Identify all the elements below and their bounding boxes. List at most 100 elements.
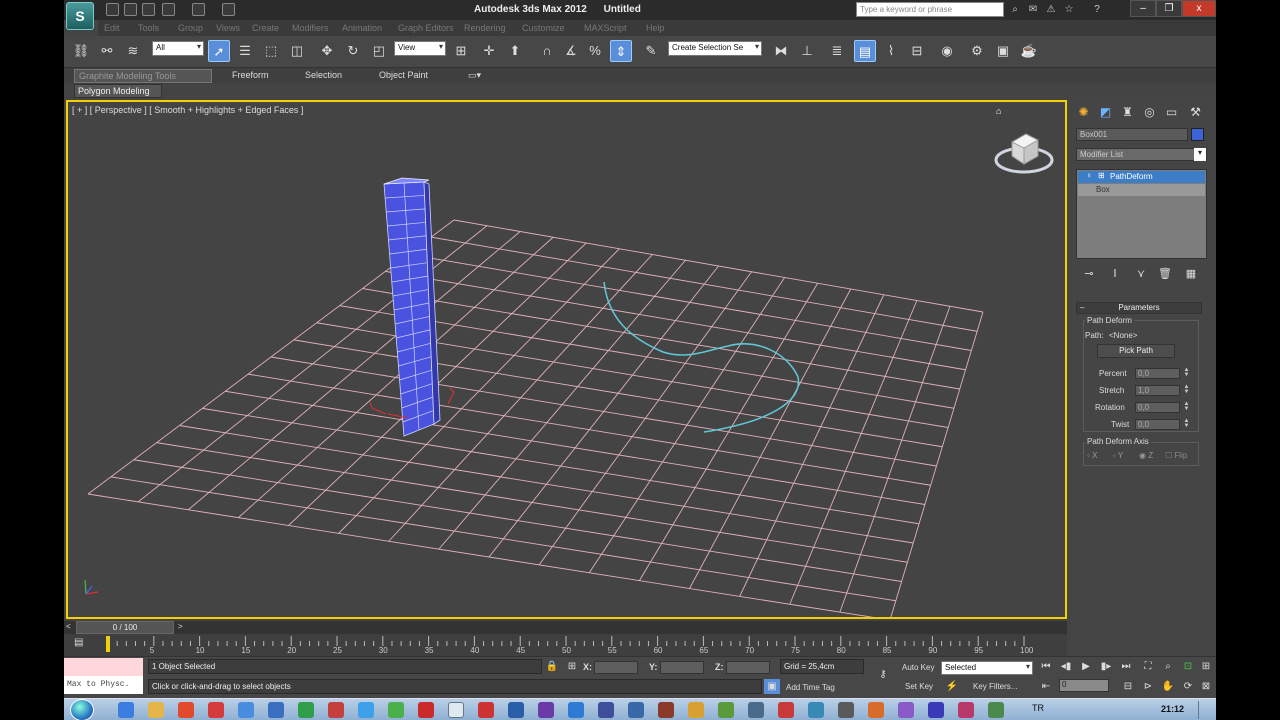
mirror-icon[interactable]: ⧓ bbox=[770, 40, 792, 62]
menu-maxscript[interactable]: MAXScript bbox=[584, 23, 627, 33]
time-tag-icon[interactable]: ▣ bbox=[764, 679, 780, 694]
selection-lock-icon[interactable]: 🔒 bbox=[544, 659, 560, 674]
display-tab-icon[interactable]: ▭ bbox=[1163, 104, 1180, 121]
pivot-center-icon[interactable]: ⊞ bbox=[450, 40, 472, 62]
skype-icon[interactable] bbox=[358, 702, 374, 718]
word-icon[interactable] bbox=[268, 702, 284, 718]
app-icon-8[interactable] bbox=[898, 702, 914, 718]
app-icon[interactable] bbox=[688, 702, 704, 718]
align-icon[interactable]: ⊥ bbox=[796, 40, 818, 62]
add-time-tag-button[interactable]: Add Time Tag bbox=[786, 683, 835, 692]
app-icon-2[interactable] bbox=[718, 702, 734, 718]
time-slider-thumb[interactable]: 0 / 100 bbox=[76, 621, 174, 634]
goto-end-icon[interactable]: ⏭ bbox=[1118, 659, 1134, 674]
goto-start-icon[interactable]: ⏮ bbox=[1038, 659, 1054, 674]
stretch-spinner-arrows[interactable]: ▲ ▼ bbox=[1183, 384, 1190, 396]
menu-group[interactable]: Group bbox=[178, 23, 203, 33]
media-icon[interactable] bbox=[658, 702, 674, 718]
language-indicator[interactable]: TR bbox=[1032, 703, 1044, 713]
time-slider[interactable]: < 0 / 100 > bbox=[64, 621, 1067, 634]
save-file-icon[interactable] bbox=[142, 3, 155, 16]
parameters-rollout[interactable]: – Parameters bbox=[1076, 302, 1202, 314]
excel-icon[interactable] bbox=[298, 702, 314, 718]
configure-sets-icon[interactable]: ▦ bbox=[1183, 267, 1199, 281]
motion-tab-icon[interactable]: ◎ bbox=[1141, 104, 1158, 121]
ribbon-tab-selection[interactable]: Selection bbox=[305, 70, 342, 80]
menu-edit[interactable]: Edit bbox=[104, 23, 120, 33]
y-coordinate-field[interactable] bbox=[660, 661, 704, 674]
modifier-list-dropdown[interactable]: Modifier List ▾ bbox=[1076, 148, 1207, 161]
x-coordinate-field[interactable] bbox=[594, 661, 638, 674]
select-and-move-icon[interactable]: ✥ bbox=[316, 40, 338, 62]
selection-filter-dropdown[interactable]: All bbox=[152, 41, 204, 56]
ribbon-tab-freeform[interactable]: Freeform bbox=[232, 70, 269, 80]
current-frame-field[interactable]: 0 bbox=[1059, 679, 1109, 692]
ribbon-tab-object-paint[interactable]: Object Paint bbox=[379, 70, 428, 80]
communication-icon[interactable]: ⚠ bbox=[1044, 3, 1058, 16]
search-input[interactable]: Type a keyword or phrase bbox=[856, 2, 1004, 17]
set-key-button[interactable]: Set Key bbox=[905, 682, 933, 691]
rotation-spinner[interactable]: 0,0 bbox=[1135, 402, 1180, 413]
utilities-tab-icon[interactable]: ⚒ bbox=[1187, 104, 1204, 121]
mini-curve-editor-icon[interactable]: ▤ bbox=[74, 637, 83, 648]
favorites-icon[interactable]: ☆ bbox=[1062, 3, 1076, 16]
create-tab-icon[interactable]: ✺ bbox=[1075, 104, 1092, 121]
schematic-view-icon[interactable]: ⊟ bbox=[906, 40, 928, 62]
spinner-snap-icon[interactable]: ⇕ bbox=[610, 40, 632, 62]
select-and-rotate-icon[interactable]: ↻ bbox=[342, 40, 364, 62]
named-selection-sets-dropdown[interactable]: Create Selection Se bbox=[668, 41, 762, 56]
key-filters-icon[interactable]: ⚡ bbox=[944, 679, 960, 694]
show-end-result-icon[interactable]: Ⅰ bbox=[1107, 267, 1123, 281]
home-icon[interactable]: ⌂ bbox=[996, 106, 1004, 116]
show-desktop-button[interactable] bbox=[1198, 701, 1212, 719]
ribbon-polygon-modeling[interactable]: Polygon Modeling bbox=[74, 84, 162, 98]
lightbulb-icon[interactable]: ♀ bbox=[1086, 171, 1092, 180]
opera-icon[interactable] bbox=[478, 702, 494, 718]
hierarchy-tab-icon[interactable]: ♜ bbox=[1119, 104, 1136, 121]
bind-to-space-warp-icon[interactable]: ≋ bbox=[122, 40, 144, 62]
app-icon-4[interactable] bbox=[778, 702, 794, 718]
undo-icon[interactable] bbox=[162, 3, 175, 16]
percent-spinner[interactable]: 0,0 bbox=[1135, 368, 1180, 379]
axis-x-radio[interactable]: ◦ X bbox=[1087, 451, 1097, 460]
stretch-spinner[interactable]: 1,0 bbox=[1135, 385, 1180, 396]
subscription-icon[interactable]: ✉ bbox=[1026, 3, 1040, 16]
menu-tools[interactable]: Tools bbox=[138, 23, 159, 33]
dreamweaver-icon[interactable] bbox=[628, 702, 644, 718]
app-icon-9[interactable] bbox=[928, 702, 944, 718]
menu-help[interactable]: Help bbox=[646, 23, 665, 33]
menu-graph-editors[interactable]: Graph Editors bbox=[398, 23, 454, 33]
modify-tab-icon[interactable]: ◩ bbox=[1097, 104, 1114, 121]
menu-animation[interactable]: Animation bbox=[342, 23, 382, 33]
percent-snap-icon[interactable]: % bbox=[584, 40, 606, 62]
material-editor-icon[interactable]: ◉ bbox=[936, 40, 958, 62]
outlook-icon[interactable] bbox=[568, 702, 584, 718]
app-icon-6[interactable] bbox=[838, 702, 854, 718]
expand-icon[interactable]: ⊞ bbox=[1098, 171, 1105, 180]
track-bar[interactable]: ▤ 5 10 15 20 25 30 35 40 45 50 55 60 65 70 75 80 85 90 95 1… bbox=[64, 634, 1067, 656]
time-prev-arrow[interactable]: < bbox=[66, 622, 71, 631]
snaps-toggle-icon[interactable]: ∩ bbox=[536, 40, 558, 62]
play-icon[interactable]: ▶ bbox=[1078, 659, 1094, 674]
select-object-icon[interactable]: ➚ bbox=[208, 40, 230, 62]
rectangular-selection-icon[interactable]: ⬚ bbox=[260, 40, 282, 62]
powerpoint-icon[interactable] bbox=[328, 702, 344, 718]
curve-editor-icon[interactable]: ⌇ bbox=[880, 40, 902, 62]
project-folder-icon[interactable] bbox=[222, 3, 235, 16]
next-frame-icon[interactable]: ▮▸ bbox=[1098, 659, 1114, 674]
3dsmax-taskbar-icon[interactable] bbox=[448, 702, 464, 718]
make-unique-icon[interactable]: ⋎ bbox=[1133, 267, 1149, 281]
pick-path-button[interactable]: Pick Path bbox=[1097, 344, 1175, 358]
app-icon-5[interactable] bbox=[808, 702, 824, 718]
stack-item-pathdeform[interactable]: ♀ ⊞ PathDeform bbox=[1078, 171, 1205, 183]
percent-spinner-arrows[interactable]: ▲ ▼ bbox=[1183, 367, 1190, 379]
minimize-button[interactable]: – bbox=[1130, 0, 1156, 17]
angle-snap-icon[interactable]: ∡ bbox=[560, 40, 582, 62]
edit-named-selection-icon[interactable]: ✎ bbox=[640, 40, 662, 62]
app-logo-icon[interactable]: S bbox=[66, 2, 94, 30]
menu-customize[interactable]: Customize bbox=[522, 23, 565, 33]
render-production-icon[interactable]: ☕ bbox=[1018, 40, 1040, 62]
start-button[interactable] bbox=[70, 699, 94, 720]
maxscript-listener[interactable]: Max to Physc. bbox=[64, 658, 143, 694]
pan-view-icon[interactable]: ✋ bbox=[1160, 679, 1176, 694]
